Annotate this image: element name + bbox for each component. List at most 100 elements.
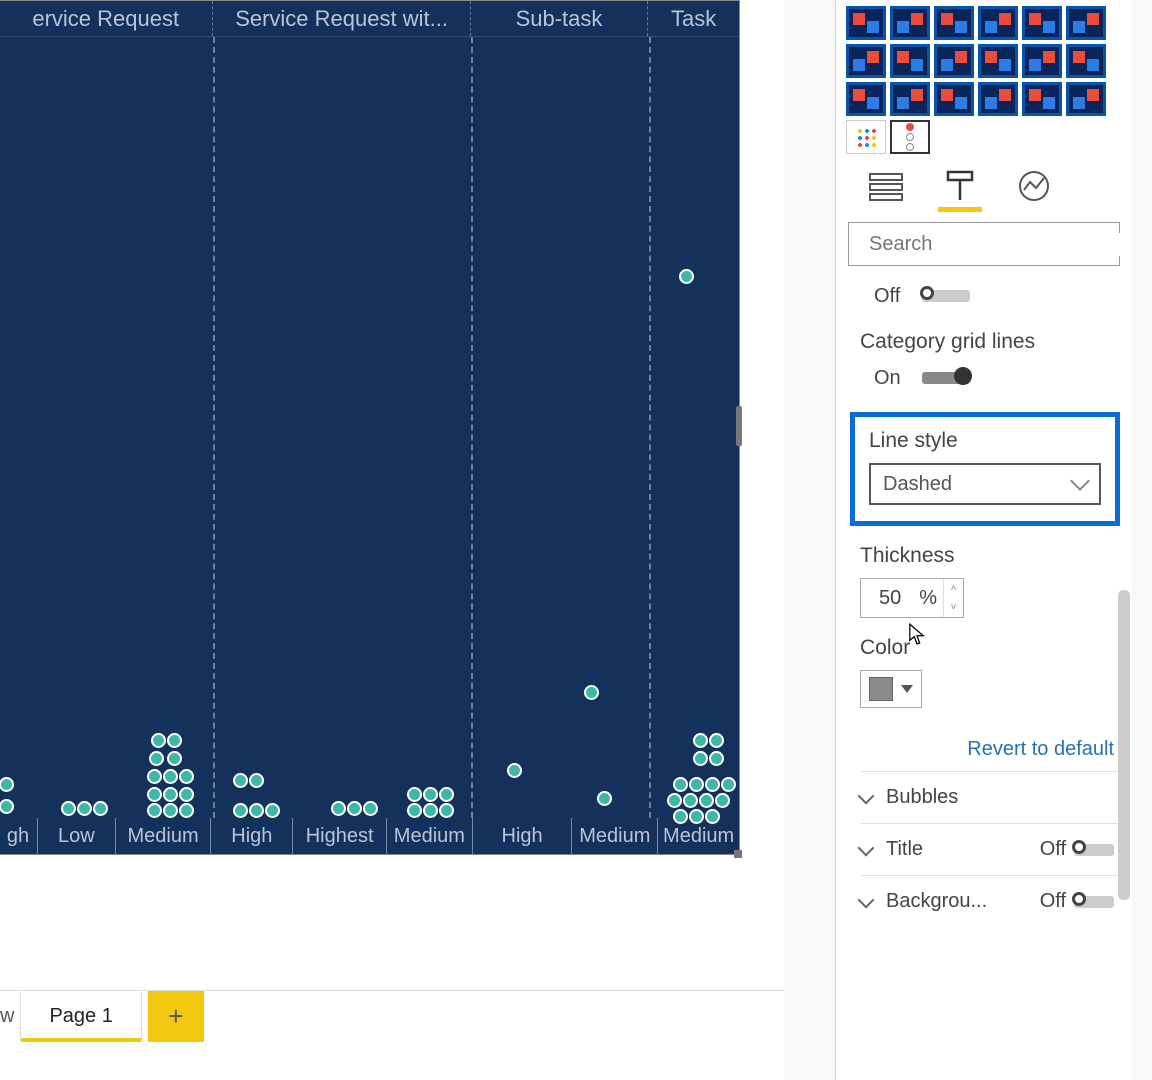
data-point[interactable]	[699, 793, 714, 808]
data-point[interactable]	[683, 793, 698, 808]
data-point[interactable]	[147, 787, 162, 802]
data-point[interactable]	[693, 751, 708, 766]
data-point[interactable]	[597, 791, 612, 806]
title-section[interactable]: Title Off	[860, 823, 1120, 875]
data-point[interactable]	[147, 803, 162, 818]
viz-type-icon[interactable]	[1066, 6, 1106, 40]
resize-handle-corner[interactable]	[734, 850, 742, 858]
title-toggle[interactable]: Off	[1040, 838, 1114, 861]
viz-type-icon[interactable]	[846, 82, 886, 116]
data-point[interactable]	[689, 777, 704, 792]
data-point[interactable]	[149, 751, 164, 766]
spinner-arrows[interactable]: ˄˅	[943, 579, 963, 617]
background-section[interactable]: Backgrou... Off	[860, 875, 1120, 927]
data-point[interactable]	[679, 269, 694, 284]
data-point[interactable]	[163, 787, 178, 802]
data-point[interactable]	[407, 787, 422, 802]
column-header[interactable]: Service Request wit...	[212, 1, 469, 36]
chart-visual[interactable]: ervice RequestService Request wit...Sub-…	[0, 0, 740, 855]
data-point[interactable]	[363, 801, 378, 816]
data-point[interactable]	[0, 799, 14, 814]
pane-scrollbar[interactable]	[1118, 590, 1130, 900]
data-point[interactable]	[709, 733, 724, 748]
viz-type-icon[interactable]	[1022, 44, 1062, 78]
data-point[interactable]	[233, 773, 248, 788]
toggle-switch[interactable]	[922, 290, 970, 302]
viz-type-icon[interactable]	[1022, 82, 1062, 116]
chevron-down-icon[interactable]: ˅	[944, 598, 963, 617]
data-point[interactable]	[167, 733, 182, 748]
report-canvas[interactable]: ervice RequestService Request wit...Sub-…	[0, 0, 784, 1080]
data-point[interactable]	[423, 803, 438, 818]
data-point[interactable]	[347, 801, 362, 816]
data-point[interactable]	[167, 751, 182, 766]
data-point[interactable]	[163, 769, 178, 784]
background-toggle[interactable]: Off	[1040, 890, 1114, 913]
viz-type-icon[interactable]	[1022, 6, 1062, 40]
data-point[interactable]	[584, 685, 599, 700]
viz-type-icon[interactable]	[934, 44, 974, 78]
format-tab-icon[interactable]	[940, 168, 980, 204]
viz-type-icon[interactable]	[890, 82, 930, 116]
line-style-dropdown[interactable]: Dashed	[869, 463, 1101, 505]
viz-type-icon[interactable]	[846, 44, 886, 78]
viz-type-icon[interactable]	[1066, 44, 1106, 78]
search-input[interactable]	[869, 233, 1132, 256]
data-point[interactable]	[151, 733, 166, 748]
data-point[interactable]	[233, 803, 248, 818]
revert-to-default-link[interactable]: Revert to default	[860, 738, 1114, 761]
data-point[interactable]	[265, 803, 280, 818]
data-point[interactable]	[163, 803, 178, 818]
data-point[interactable]	[721, 777, 736, 792]
data-point[interactable]	[667, 793, 682, 808]
data-point[interactable]	[331, 801, 346, 816]
resize-handle-right[interactable]	[736, 406, 742, 446]
viz-type-icon[interactable]	[1066, 82, 1106, 116]
add-page-button[interactable]: +	[148, 991, 204, 1042]
viz-type-icon[interactable]	[890, 6, 930, 40]
format-search-box[interactable]	[848, 222, 1120, 266]
column-header[interactable]: ervice Request	[0, 1, 212, 36]
viz-type-icon[interactable]	[846, 6, 886, 40]
category-grid-toggle[interactable]	[922, 372, 970, 384]
viz-type-icon[interactable]	[934, 82, 974, 116]
data-point[interactable]	[709, 751, 724, 766]
custom-visual-icon[interactable]	[890, 120, 930, 154]
chevron-up-icon[interactable]: ˄	[944, 579, 963, 598]
data-point[interactable]	[147, 769, 162, 784]
data-point[interactable]	[93, 801, 108, 816]
data-point[interactable]	[439, 803, 454, 818]
data-point[interactable]	[705, 777, 720, 792]
data-point[interactable]	[179, 787, 194, 802]
viz-type-icon[interactable]	[978, 6, 1018, 40]
prev-option-toggle-row: Off	[874, 282, 1120, 310]
page-tab-page1[interactable]: Page 1	[21, 991, 141, 1042]
color-picker[interactable]	[860, 670, 922, 708]
data-point[interactable]	[249, 803, 264, 818]
viz-type-icon[interactable]	[890, 44, 930, 78]
viz-type-icon[interactable]	[934, 6, 974, 40]
data-point[interactable]	[77, 801, 92, 816]
data-point[interactable]	[715, 793, 730, 808]
data-point[interactable]	[439, 787, 454, 802]
data-point[interactable]	[0, 777, 14, 792]
data-point[interactable]	[407, 803, 422, 818]
data-point[interactable]	[423, 787, 438, 802]
viz-type-icon[interactable]	[978, 82, 1018, 116]
data-point[interactable]	[507, 763, 522, 778]
fields-tab-icon[interactable]	[866, 168, 906, 204]
data-point[interactable]	[249, 773, 264, 788]
data-point[interactable]	[673, 777, 688, 792]
data-point[interactable]	[179, 803, 194, 818]
viz-type-icon[interactable]	[978, 44, 1018, 78]
thickness-spinner[interactable]: 50 % ˄˅	[860, 578, 964, 618]
analytics-tab-icon[interactable]	[1014, 168, 1054, 204]
data-point[interactable]	[179, 769, 194, 784]
page-tab-partial[interactable]: w	[0, 991, 21, 1042]
data-point[interactable]	[693, 733, 708, 748]
import-visual-icon[interactable]	[846, 120, 886, 154]
column-header[interactable]: Sub-task	[470, 1, 648, 36]
column-header[interactable]: Task	[647, 1, 739, 36]
data-point[interactable]	[61, 801, 76, 816]
bubbles-section[interactable]: Bubbles	[860, 771, 1120, 823]
